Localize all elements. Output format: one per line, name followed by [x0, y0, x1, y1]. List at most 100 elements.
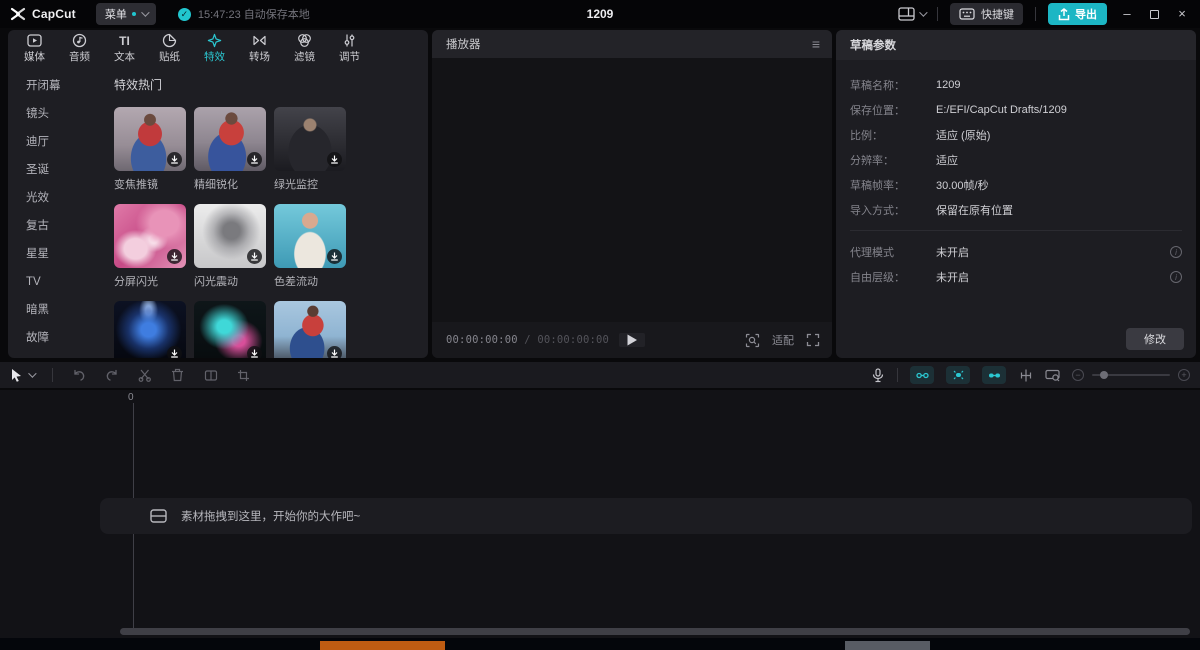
tab-media[interactable]: 媒体	[12, 30, 57, 64]
download-icon[interactable]	[247, 346, 262, 358]
export-label: 导出	[1075, 6, 1097, 22]
asset-tabbar: 媒体 音频 TI 文本 贴纸 特效 转场 滤镜 调节	[8, 30, 428, 64]
tab-adjust[interactable]: 调节	[327, 30, 372, 64]
download-icon[interactable]	[247, 152, 262, 167]
autosave-check-icon: ✓	[178, 8, 191, 21]
zoom-slider[interactable]	[1092, 374, 1170, 376]
layout-picker-button[interactable]	[898, 7, 925, 21]
zoom-slider-handle[interactable]	[1100, 371, 1108, 379]
player-panel: 播放器 ≡ 00:00:00:00 / 00:00:00:00 适配	[432, 30, 832, 358]
tab-label: 贴纸	[159, 49, 180, 64]
effect-label: 绿光监控	[274, 176, 346, 192]
effect-thumbnail	[274, 107, 346, 171]
undo-icon[interactable]	[71, 368, 86, 383]
info-icon[interactable]: i	[1170, 246, 1182, 258]
effect-card[interactable]: 分屏闪光	[114, 204, 186, 289]
redo-icon[interactable]	[104, 368, 119, 383]
auto-snap-toggle[interactable]	[946, 366, 970, 384]
category-item[interactable]: 镜头	[26, 100, 102, 128]
effect-card[interactable]: 蓝光扫描	[114, 301, 186, 358]
menu-label: 菜单	[105, 6, 127, 22]
tab-label: 特效	[204, 49, 225, 64]
media-icon	[27, 33, 42, 48]
select-tool-button[interactable]	[10, 368, 34, 382]
export-icon	[1058, 8, 1070, 21]
timeline-drop-zone[interactable]: 素材拖拽到这里，开始你的大作吧~	[100, 498, 1192, 534]
category-item[interactable]: 光效	[26, 184, 102, 212]
category-item[interactable]: 开闭幕	[26, 72, 102, 100]
zoom-out-icon[interactable]: −	[1072, 369, 1084, 381]
export-button[interactable]: 导出	[1048, 3, 1107, 25]
fit-mode-dropdown[interactable]: 适配	[772, 332, 794, 348]
category-item[interactable]: 圣诞	[26, 156, 102, 184]
row-value: 适应 (原始)	[936, 127, 990, 143]
download-icon[interactable]	[167, 152, 182, 167]
category-item[interactable]: 暗黑	[26, 296, 102, 324]
timeline-empty-text: 素材拖拽到这里，开始你的大作吧~	[181, 508, 360, 524]
tab-filter[interactable]: 滤镜	[282, 30, 327, 64]
shortcut-button[interactable]: 快捷键	[950, 3, 1023, 25]
effect-card[interactable]: 变焦推镜	[114, 107, 186, 192]
fullscreen-icon[interactable]	[806, 333, 820, 347]
draft-row-name: 草稿名称： 1209	[836, 72, 1196, 97]
draft-row-location: 保存位置： E:/EFI/CapCut Drafts/1209	[836, 97, 1196, 122]
tab-transition[interactable]: 转场	[237, 30, 282, 64]
tab-effects[interactable]: 特效	[192, 30, 237, 64]
media-track-icon	[150, 509, 167, 523]
effect-card[interactable]: 色差流动	[274, 204, 346, 289]
category-item[interactable]: 星星	[26, 240, 102, 268]
player-title: 播放器	[446, 36, 481, 52]
category-item[interactable]: 迪厅	[26, 128, 102, 156]
total-duration: 00:00:00:00	[537, 334, 609, 346]
row-value: 未开启	[936, 269, 969, 285]
effect-thumbnail	[194, 204, 266, 268]
delete-icon[interactable]	[170, 368, 185, 383]
freeze-frame-icon[interactable]	[203, 368, 218, 383]
download-icon[interactable]	[247, 249, 262, 264]
horizontal-scrollbar[interactable]	[120, 628, 1190, 635]
category-item[interactable]: 扭曲	[26, 352, 102, 358]
tab-audio[interactable]: 音频	[57, 30, 102, 64]
category-item[interactable]: 复古	[26, 212, 102, 240]
autosave-text: 15:47:23 自动保存本地	[198, 6, 310, 22]
menu-button[interactable]: 菜单	[96, 3, 156, 25]
download-icon[interactable]	[327, 152, 342, 167]
preview-axis-icon[interactable]	[1018, 368, 1033, 383]
modify-button[interactable]: 修改	[1126, 328, 1184, 350]
download-icon[interactable]	[167, 346, 182, 358]
crop-icon[interactable]	[236, 368, 251, 383]
audio-icon	[72, 33, 87, 48]
close-button[interactable]: ×	[1174, 0, 1190, 28]
preview-quality-icon[interactable]	[745, 333, 760, 348]
asset-panel: 媒体 音频 TI 文本 贴纸 特效 转场 滤镜 调节	[8, 30, 428, 358]
effect-card[interactable]: 光谱扫描	[194, 301, 266, 358]
record-voiceover-icon[interactable]	[870, 368, 885, 383]
download-icon[interactable]	[167, 249, 182, 264]
info-icon[interactable]: i	[1170, 271, 1182, 283]
row-label: 比例：	[850, 127, 936, 143]
tab-text[interactable]: TI 文本	[102, 30, 147, 64]
linkage-toggle[interactable]	[982, 366, 1006, 384]
category-item[interactable]: TV	[26, 268, 102, 296]
effect-card[interactable]: 精细锐化	[194, 107, 266, 192]
draft-params-panel: 草稿参数 草稿名称： 1209 保存位置： E:/EFI/CapCut Draf…	[836, 30, 1196, 358]
split-icon[interactable]	[137, 368, 152, 383]
tab-sticker[interactable]: 贴纸	[147, 30, 192, 64]
category-item[interactable]: 故障	[26, 324, 102, 352]
tab-label: 文本	[114, 49, 135, 64]
main-track-magnet-toggle[interactable]	[910, 366, 934, 384]
effect-card[interactable]: 表面模糊	[274, 301, 346, 358]
taskbar-strip	[0, 638, 1200, 650]
maximize-button[interactable]	[1150, 10, 1159, 19]
effect-label: 精细锐化	[194, 176, 266, 192]
download-icon[interactable]	[327, 346, 342, 358]
minimize-button[interactable]: –	[1119, 0, 1135, 28]
effect-card[interactable]: 绿光监控	[274, 107, 346, 192]
download-icon[interactable]	[327, 249, 342, 264]
effect-card[interactable]: 闪光震动	[194, 204, 266, 289]
effect-label: 色差流动	[274, 273, 346, 289]
zoom-in-icon[interactable]: +	[1178, 369, 1190, 381]
play-button[interactable]	[626, 333, 639, 347]
fit-timeline-icon[interactable]	[1045, 368, 1060, 383]
player-menu-icon[interactable]: ≡	[812, 37, 820, 51]
